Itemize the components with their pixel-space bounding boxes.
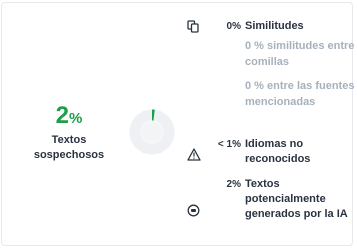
robot-icon — [187, 204, 201, 218]
ai-generated-percent: 2% — [226, 179, 241, 190]
similarities-percent: 0% — [226, 21, 241, 32]
suspicious-percent: 2% — [16, 103, 122, 132]
suspicious-percent-unit: % — [69, 110, 83, 127]
copy-icon — [187, 20, 201, 34]
similarities-label: Similitudes — [245, 20, 304, 32]
warning-icon — [187, 148, 201, 162]
suspicious-texts-summary: 2% Textos sospechosos — [16, 103, 122, 163]
analysis-summary-card: 2% Textos sospechosos 0% Similitudes 0 %… — [1, 2, 354, 246]
suspicious-donut-chart — [129, 109, 175, 155]
suspicious-percent-value: 2 — [55, 102, 69, 129]
ai-generated-label: Textos potencialmente generados por la I… — [245, 178, 348, 220]
cited-sources-similarities: 0 % entre las fuentes mencionadas — [245, 80, 355, 108]
unrecognized-languages-percent: < 1% — [217, 139, 241, 150]
donut-center — [141, 121, 163, 143]
quoted-similarities: 0 % similitudes entre comillas — [245, 40, 355, 68]
suspicious-texts-label: Textos sospechosos — [33, 134, 105, 161]
unrecognized-languages-label: Idiomas no reconocidos — [245, 138, 311, 165]
